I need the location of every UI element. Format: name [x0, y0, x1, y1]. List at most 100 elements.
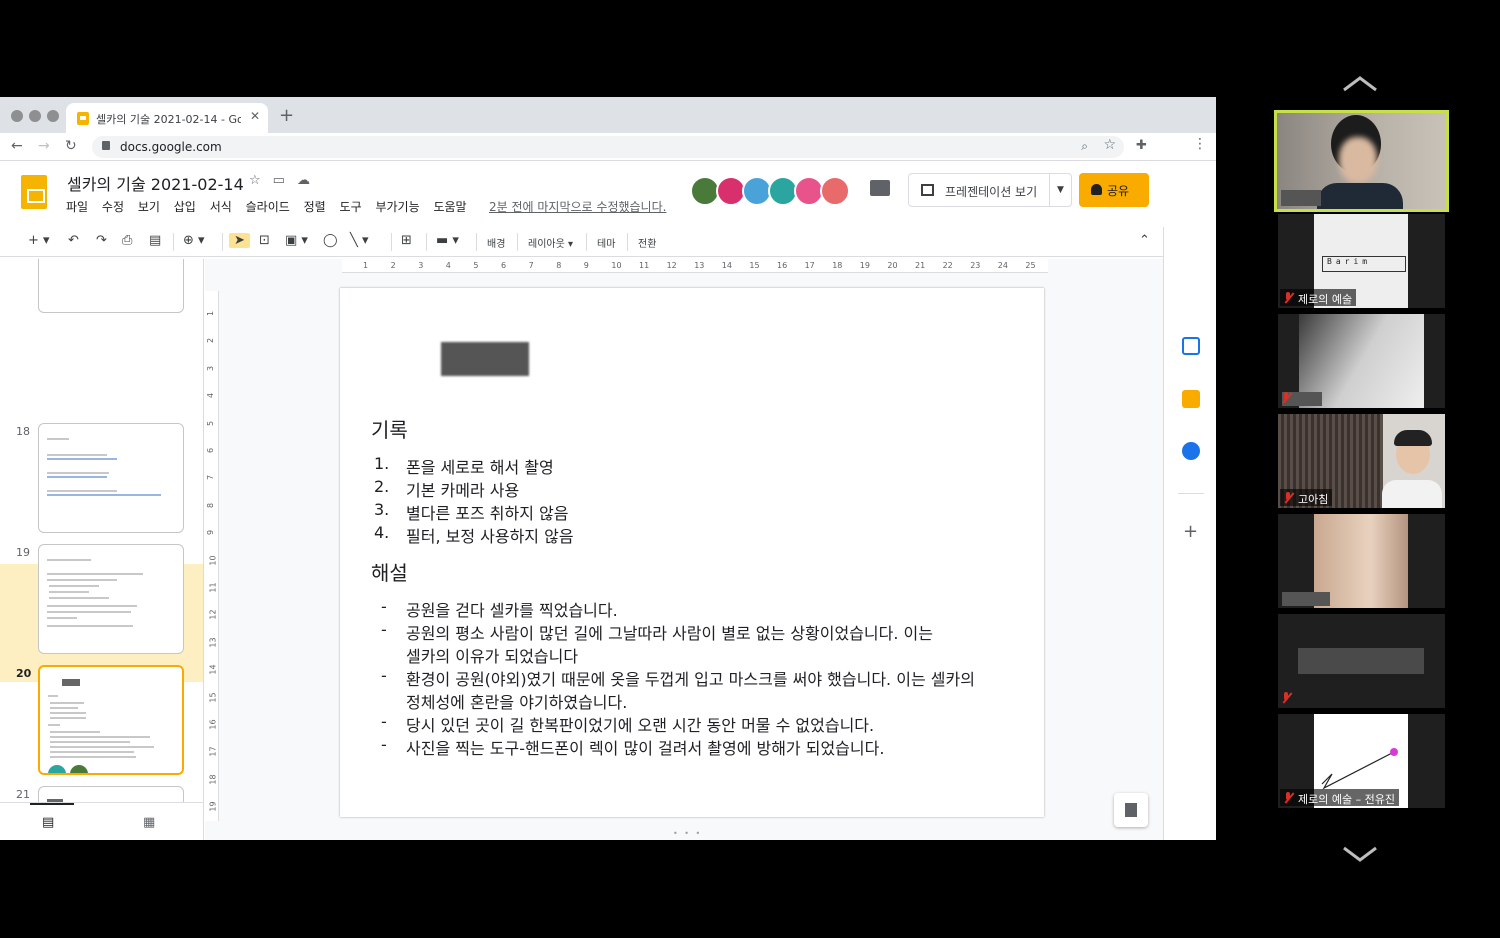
- comment-icon[interactable]: ⊞: [401, 233, 412, 248]
- grid-view-icon[interactable]: ▦: [143, 815, 155, 830]
- window-maximize-button[interactable]: [47, 110, 59, 122]
- video-tile[interactable]: 고아침: [1278, 414, 1445, 508]
- menu-format[interactable]: 서식: [210, 200, 232, 214]
- back-icon[interactable]: ←: [11, 138, 23, 154]
- ruler-tick-label: 16: [208, 719, 218, 730]
- omnibox[interactable]: docs.google.com ⌕ ☆: [92, 136, 1124, 158]
- redacted-name-label: [1282, 592, 1330, 606]
- browser-tab[interactable]: 셀카의 기술 2021-02-14 - Google ✕: [66, 103, 268, 133]
- share-person-icon: [1091, 184, 1102, 195]
- present-button[interactable]: 프레젠테이션 보기 ▼: [908, 173, 1072, 207]
- speaker-notes-handle[interactable]: • • •: [673, 829, 702, 838]
- video-tile[interactable]: [1278, 614, 1445, 708]
- text-box-icon[interactable]: ⊡: [259, 233, 270, 248]
- window-minimize-button[interactable]: [29, 110, 41, 122]
- slide-thumbnail-17[interactable]: [38, 259, 184, 313]
- ruler-tick-label: 19: [859, 261, 870, 270]
- window-close-button[interactable]: [11, 110, 23, 122]
- calendar-icon[interactable]: [1182, 337, 1200, 355]
- participant-name-label: 제로의 예술 – 전유진: [1280, 789, 1399, 806]
- menu-tools[interactable]: 도구: [340, 200, 362, 214]
- share-label: 공유: [1107, 184, 1130, 198]
- move-folder-icon[interactable]: ▭: [273, 173, 297, 188]
- new-slide-icon[interactable]: + ▾: [28, 233, 50, 248]
- image-icon[interactable]: ▣ ▾: [285, 233, 308, 248]
- collaborator-avatar[interactable]: [820, 176, 850, 206]
- toolbar-divider: [476, 233, 477, 251]
- extensions-icon[interactable]: ✚: [1136, 138, 1147, 153]
- zoom-icon[interactable]: ⌕: [1081, 139, 1088, 154]
- video-tile[interactable]: [1278, 514, 1445, 608]
- browser-menu-icon[interactable]: ⋮: [1193, 136, 1207, 152]
- select-cursor-icon[interactable]: ➤: [229, 233, 250, 248]
- slide-canvas[interactable]: 기록 1. 폰을 세로로 해서 촬영 2. 기본 카메라 사용 3. 별다른 포즈 취하지…: [340, 288, 1044, 817]
- shape-icon[interactable]: ◯: [323, 233, 338, 248]
- document-title[interactable]: 셀카의 기술 2021-02-14: [67, 171, 244, 195]
- comment-history-icon[interactable]: [870, 180, 890, 196]
- list-item: 폰을 세로로 해서 촬영: [406, 458, 554, 477]
- undo-icon[interactable]: ↶: [68, 233, 79, 248]
- menu-view[interactable]: 보기: [138, 200, 160, 214]
- menu-edit[interactable]: 수정: [102, 200, 124, 214]
- new-tab-button[interactable]: +: [279, 105, 294, 126]
- slide-number: 18: [16, 425, 30, 438]
- menu-insert[interactable]: 삽입: [174, 200, 196, 214]
- menu-slide[interactable]: 슬라이드: [246, 200, 290, 214]
- tasks-icon[interactable]: [1182, 442, 1200, 460]
- theme-button[interactable]: 테마: [597, 235, 615, 250]
- menu-addons[interactable]: 부가기능: [375, 200, 419, 214]
- slide-thumbnail-20[interactable]: [38, 665, 184, 775]
- menu-help[interactable]: 도움말: [433, 200, 466, 214]
- star-icon[interactable]: ☆: [249, 173, 273, 188]
- ruler-tick-label: 24: [997, 261, 1008, 270]
- video-tile[interactable]: [1278, 314, 1445, 408]
- share-button[interactable]: 공유: [1079, 173, 1149, 207]
- input-tools-icon[interactable]: ▬ ▾: [436, 233, 459, 248]
- last-edit-link[interactable]: 2분 전에 마지막으로 수정했습니다.: [489, 198, 666, 215]
- layout-button[interactable]: 레이아웃 ▾: [528, 235, 573, 250]
- paint-format-icon[interactable]: ▤: [149, 233, 161, 248]
- tab-title: 셀카의 기술 2021-02-14 - Google: [96, 113, 241, 126]
- zoom-icon[interactable]: ⊕ ▾: [183, 233, 205, 248]
- close-tab-icon[interactable]: ✕: [250, 109, 260, 123]
- horizontal-ruler[interactable]: 1 2 3 4 5 6 7 8 9 10 11 12 13 14 15 16 17 18 19 20 21 22 23 24 2…: [342, 259, 1048, 273]
- explore-button[interactable]: [1114, 793, 1148, 827]
- slides-logo-icon[interactable]: [21, 175, 47, 209]
- cloud-status-icon[interactable]: ☁: [297, 173, 322, 188]
- video-tile-active-speaker[interactable]: [1274, 110, 1449, 212]
- section-heading-record[interactable]: 기록: [371, 414, 408, 443]
- ruler-tick-label: 4: [206, 393, 216, 399]
- slide-canvas-area: 1 2 3 4 5 6 7 8 9 10 11 12 13 14 15 16 17 18 19 20 21 22 23 24 2…: [205, 259, 1163, 840]
- print-icon[interactable]: ⎙: [122, 233, 132, 248]
- menu-arrange[interactable]: 정렬: [304, 200, 326, 214]
- add-addon-icon[interactable]: +: [1183, 521, 1198, 542]
- video-tile[interactable]: 제로의 예술 – 전유진: [1278, 714, 1445, 808]
- video-tile[interactable]: Barim 제로의 예술: [1278, 214, 1445, 308]
- keep-icon[interactable]: [1182, 390, 1200, 408]
- toolbar-divider: [173, 233, 174, 251]
- collapse-toolbar-icon[interactable]: ⌃: [1139, 233, 1150, 248]
- background-button[interactable]: 배경: [487, 235, 505, 250]
- redo-icon[interactable]: ↷: [96, 233, 107, 248]
- line-icon[interactable]: ╲ ▾: [350, 233, 368, 248]
- transition-button[interactable]: 전환: [638, 235, 656, 250]
- section-heading-commentary[interactable]: 해설: [371, 557, 408, 586]
- scroll-up-icon[interactable]: [1340, 74, 1380, 94]
- filmstrip-view-icon[interactable]: ▤: [42, 815, 54, 830]
- reload-icon[interactable]: ↻: [65, 138, 77, 154]
- tab-strip: 셀카의 기술 2021-02-14 - Google ✕ +: [0, 97, 1216, 133]
- slide-thumbnail-19[interactable]: [38, 544, 184, 654]
- ruler-tick-label: 22: [942, 261, 953, 270]
- slide-filmstrip: 18 19 20 21 ▤ ▦: [0, 259, 204, 840]
- menu-file[interactable]: 파일: [66, 200, 88, 214]
- scroll-down-icon[interactable]: [1340, 844, 1380, 864]
- list-number: 1.: [374, 454, 390, 473]
- present-dropdown-icon[interactable]: ▼: [1049, 174, 1071, 206]
- bullet-marker: -: [381, 620, 387, 639]
- toolbar-divider: [426, 233, 427, 251]
- ruler-tick-label: 5: [206, 420, 216, 426]
- slide-thumbnail-18[interactable]: [38, 423, 184, 533]
- bookmark-star-icon[interactable]: ☆: [1103, 137, 1116, 153]
- vertical-ruler[interactable]: 1 2 3 4 5 6 7 8 9 10 11 12 13 14 15 16 17 18 19: [205, 291, 219, 821]
- forward-icon[interactable]: →: [38, 138, 50, 154]
